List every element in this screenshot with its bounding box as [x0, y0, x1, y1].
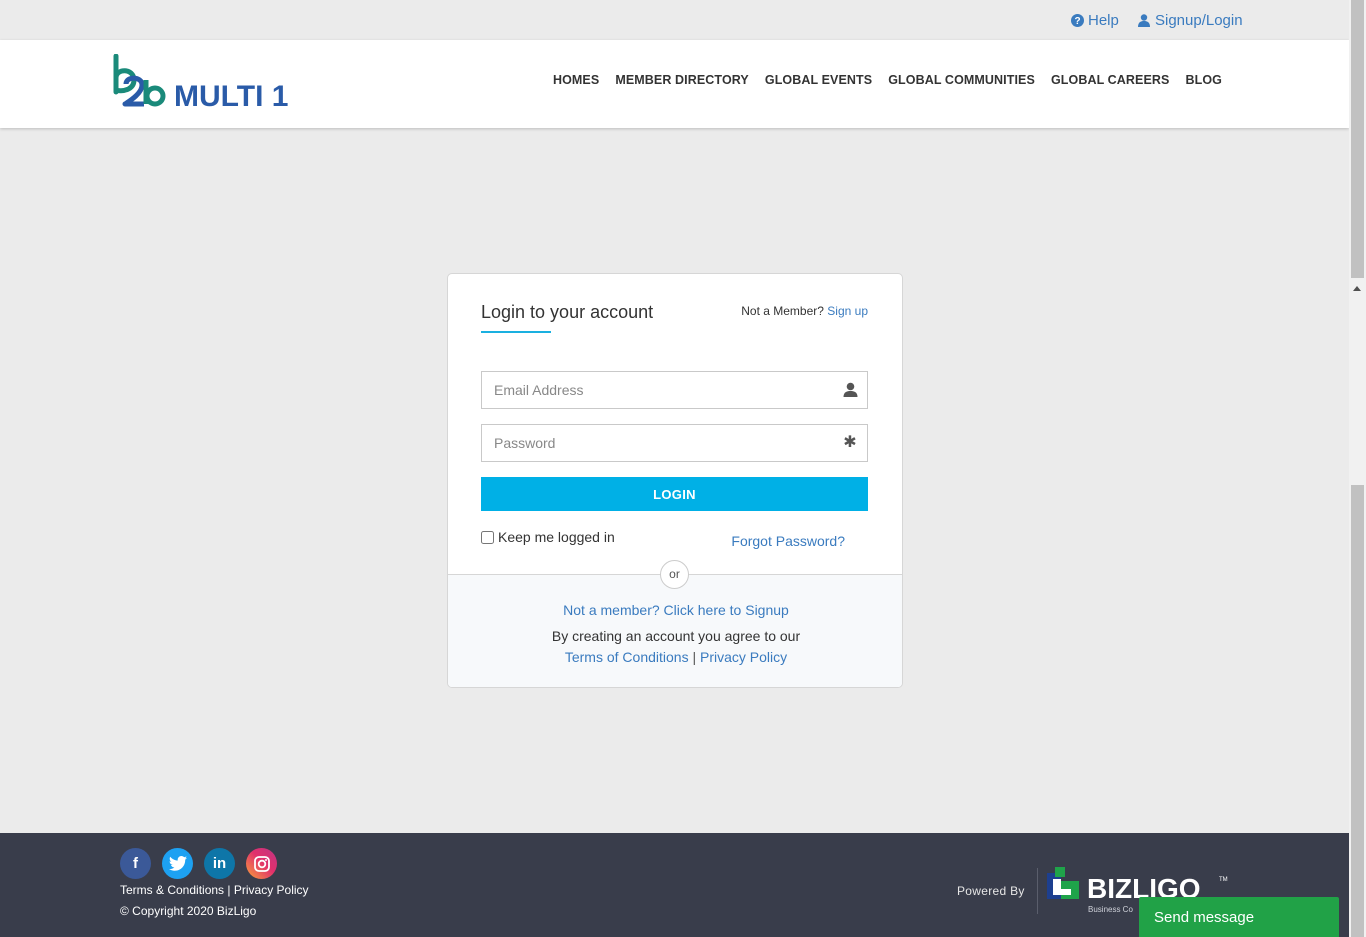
svg-text:?: ?	[1074, 16, 1080, 27]
page: ? Help Signup/Login MULTI 1 HOMES MEMBER…	[0, 0, 1349, 937]
footer-privacy-link[interactable]: Privacy Policy	[234, 883, 309, 897]
nav-member-directory[interactable]: MEMBER DIRECTORY	[615, 73, 749, 87]
help-label: Help	[1088, 12, 1119, 29]
signup-login-link[interactable]: Signup/Login	[1138, 12, 1243, 29]
login-button[interactable]: LOGIN	[481, 477, 868, 511]
main-nav: HOMES MEMBER DIRECTORY GLOBAL EVENTS GLO…	[553, 73, 1222, 87]
forgot-password-link[interactable]: Forgot Password?	[731, 533, 845, 549]
scroll-up-arrow-icon[interactable]	[1353, 286, 1361, 291]
question-circle-icon: ?	[1071, 14, 1084, 27]
signup-section: Not a member? Click here to Signup By cr…	[448, 574, 902, 687]
agree-text: By creating an account you agree to our	[551, 628, 801, 644]
nav-homes[interactable]: HOMES	[553, 73, 599, 87]
nav-global-communities[interactable]: GLOBAL COMMUNITIES	[888, 73, 1035, 87]
twitter-icon[interactable]	[162, 848, 193, 879]
user-icon	[1138, 14, 1151, 27]
password-input[interactable]	[482, 425, 867, 461]
legal-separator: |	[692, 649, 697, 665]
keep-logged-in[interactable]: Keep me logged in	[481, 529, 615, 545]
facebook-icon[interactable]: f	[120, 848, 151, 879]
linkedin-icon[interactable]: in	[204, 848, 235, 879]
footer-terms-link[interactable]: Terms & Conditions	[120, 883, 224, 897]
copyright: © Copyright 2020 BizLigo	[120, 904, 257, 918]
title-underline	[481, 331, 551, 333]
footer-divider	[1037, 868, 1038, 914]
social-links: f in	[120, 848, 277, 879]
scrollbar[interactable]	[1349, 0, 1366, 937]
footer-links: Terms & Conditions | Privacy Policy	[120, 883, 309, 897]
brand-tm: TM	[1219, 877, 1228, 883]
user-icon	[842, 382, 858, 398]
scrollbar-thumb[interactable]	[1351, 0, 1364, 278]
login-title: Login to your account	[481, 302, 654, 322]
nav-global-events[interactable]: GLOBAL EVENTS	[765, 73, 872, 87]
footer-separator: |	[227, 883, 231, 897]
password-field-wrapper: ✱	[481, 424, 868, 462]
signup-login-label: Signup/Login	[1155, 12, 1243, 29]
legal-links: Terms of Conditions | Privacy Policy	[448, 649, 902, 665]
scrollbar-track-lower[interactable]	[1351, 485, 1364, 937]
logo-text: MULTI 1	[174, 80, 288, 113]
privacy-link[interactable]: Privacy Policy	[700, 649, 787, 665]
instagram-icon[interactable]	[246, 848, 277, 879]
help-link[interactable]: ? Help	[1071, 12, 1119, 29]
powered-by-label: Powered By	[957, 884, 1025, 898]
site-header: MULTI 1 HOMES MEMBER DIRECTORY GLOBAL EV…	[0, 40, 1349, 128]
keep-logged-in-checkbox[interactable]	[481, 530, 494, 544]
not-member-text: Not a Member?	[741, 304, 824, 318]
nav-blog[interactable]: BLOG	[1185, 73, 1222, 87]
or-divider: or	[660, 560, 689, 589]
sign-up-link[interactable]: Sign up	[827, 304, 868, 318]
asterisk-icon: ✱	[843, 434, 857, 451]
site-logo[interactable]: MULTI 1	[112, 53, 312, 114]
email-field-wrapper	[481, 371, 868, 409]
signup-cta-link[interactable]: Not a member? Click here to Signup	[448, 602, 902, 618]
terms-link[interactable]: Terms of Conditions	[565, 649, 689, 665]
utility-bar: ? Help Signup/Login	[0, 0, 1349, 40]
email-input[interactable]	[482, 372, 867, 408]
login-card: Login to your account Not a Member? Sign…	[447, 273, 903, 688]
not-member-prompt: Not a Member? Sign up	[741, 304, 868, 318]
brand-tagline: Business Co	[1088, 905, 1133, 914]
keep-logged-in-label: Keep me logged in	[498, 529, 615, 545]
nav-global-careers[interactable]: GLOBAL CAREERS	[1051, 73, 1170, 87]
send-message-button[interactable]: Send message	[1139, 897, 1339, 937]
